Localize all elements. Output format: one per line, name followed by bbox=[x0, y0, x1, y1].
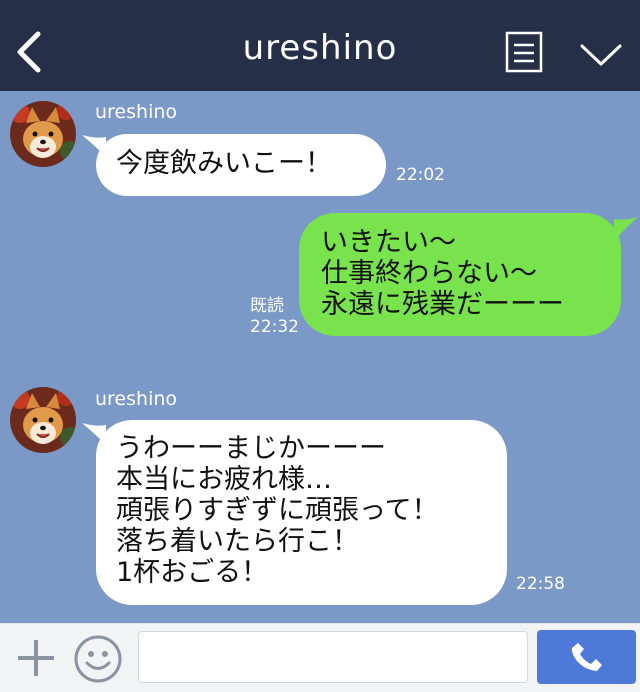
chat-timeline[interactable]: ureshino 今度飲みいこー！ 22:02 既読 22:32 いきたい〜 仕… bbox=[0, 91, 640, 623]
phone-icon bbox=[571, 643, 602, 671]
message-input[interactable] bbox=[138, 631, 528, 683]
message-composer bbox=[0, 623, 640, 692]
note-list-icon[interactable] bbox=[504, 31, 544, 73]
chevron-down-icon[interactable] bbox=[579, 40, 623, 70]
call-button[interactable] bbox=[537, 630, 636, 684]
sender-avatar[interactable] bbox=[10, 387, 76, 453]
message-time: 22:32 bbox=[250, 317, 299, 337]
chat-header: ureshino bbox=[0, 0, 640, 91]
sender-name: ureshino bbox=[95, 101, 178, 123]
chat-title: ureshino bbox=[242, 28, 398, 68]
message-bubble[interactable]: いきたい〜 仕事終わらない〜 永遠に残業だーーー bbox=[299, 213, 621, 336]
shiba-dog-avatar bbox=[10, 387, 76, 453]
shiba-dog-avatar bbox=[10, 101, 76, 167]
message-bubble[interactable]: 今度飲みいこー！ bbox=[96, 134, 386, 196]
message-time: 22:02 bbox=[396, 165, 445, 185]
smile-icon[interactable] bbox=[73, 634, 123, 684]
message-time: 22:58 bbox=[516, 574, 565, 594]
read-receipt: 既読 bbox=[250, 296, 284, 316]
plus-icon[interactable] bbox=[14, 636, 58, 680]
sender-avatar[interactable] bbox=[10, 101, 76, 167]
message-bubble[interactable]: うわーーまじかーーー 本当にお疲れ様… 頑張りすぎずに頑張って！ 落ち着いたら行… bbox=[96, 420, 507, 605]
sender-name: ureshino bbox=[95, 388, 178, 410]
